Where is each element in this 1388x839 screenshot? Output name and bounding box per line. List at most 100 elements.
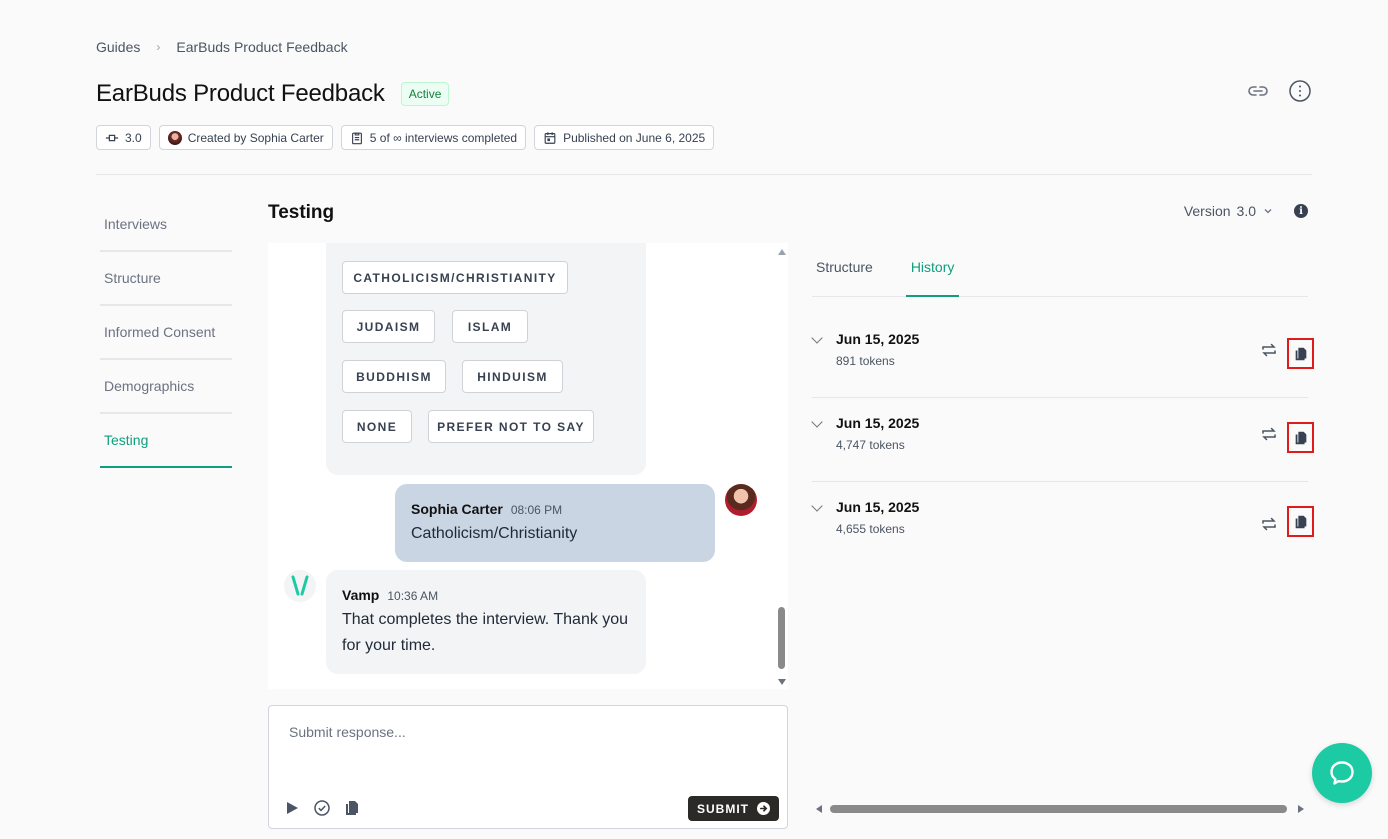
history-tokens: 891 tokens <box>836 354 895 368</box>
avatar <box>167 130 182 145</box>
breadcrumb-current: EarBuds Product Feedback <box>176 39 348 55</box>
option-button[interactable]: NONE <box>342 410 412 443</box>
clipboard-icon <box>351 132 362 144</box>
avatar <box>725 484 757 516</box>
swap-icon[interactable] <box>1260 341 1278 359</box>
copy-button[interactable] <box>1287 506 1314 537</box>
option-button[interactable]: JUDAISM <box>342 310 435 343</box>
page-header: EarBuds Product Feedback Active <box>96 80 450 108</box>
version-selector[interactable]: Version 3.0 i <box>1184 203 1308 219</box>
history-date: Jun 15, 2025 <box>836 331 920 347</box>
chevron-down-icon[interactable] <box>811 500 823 512</box>
history-scrollbar[interactable] <box>812 802 1308 816</box>
version-chip: 3.0 <box>96 125 151 150</box>
page-title: EarBuds Product Feedback <box>96 80 385 107</box>
meta-row: 3.0 Created by Sophia Carter 5 of ∞ inte… <box>96 125 715 150</box>
copy-button[interactable] <box>1287 422 1314 453</box>
chat-bubble-icon <box>1330 761 1354 785</box>
history-row[interactable]: Jun 15, 2025 4,655 tokens <box>811 482 1314 567</box>
copy-icon[interactable] <box>343 799 361 817</box>
header-actions <box>1246 79 1312 103</box>
option-button[interactable]: HINDUISM <box>462 360 563 393</box>
history-date: Jun 15, 2025 <box>836 415 920 431</box>
response-input[interactable]: Submit response... <box>289 724 406 740</box>
side-nav: Interviews Structure Informed Consent De… <box>100 198 232 468</box>
message-time: 10:36 AM <box>387 589 439 603</box>
chevron-down-icon[interactable] <box>811 332 823 344</box>
link-icon <box>1248 86 1268 96</box>
message-author: Sophia Carter <box>411 501 503 517</box>
swap-icon[interactable] <box>1260 425 1278 443</box>
message-time: 08:06 PM <box>510 503 563 517</box>
interviews-chip: 5 of ∞ interviews completed <box>340 125 527 150</box>
scroll-right-icon[interactable] <box>1298 805 1304 813</box>
copy-icon <box>1295 347 1306 360</box>
chevron-down-icon <box>1264 209 1272 214</box>
calendar-icon <box>544 131 556 144</box>
copy-button[interactable] <box>1287 338 1314 369</box>
right-panel-tabs: Structure History <box>812 249 1308 297</box>
user-message: Sophia Carter 08:06 PM Catholicism/Chris… <box>395 484 715 562</box>
history-row[interactable]: Jun 15, 2025 891 tokens <box>811 313 1314 398</box>
check-circle-icon[interactable] <box>313 799 331 817</box>
chevron-right-icon: › <box>156 40 161 54</box>
response-composer[interactable]: Submit response... SUBMIT <box>268 705 788 829</box>
version-label: Version <box>1183 203 1231 219</box>
history-tokens: 4,747 tokens <box>836 438 905 452</box>
copy-icon <box>1295 431 1306 444</box>
sidebar-item-testing[interactable]: Testing <box>100 414 232 468</box>
version-value: 3.0 <box>1236 203 1256 219</box>
message-text: Catholicism/Christianity <box>411 525 578 542</box>
breadcrumb-guides-link[interactable]: Guides <box>96 39 140 55</box>
chat-scrollbar[interactable] <box>770 243 788 689</box>
scroll-down-icon[interactable] <box>778 679 786 685</box>
history-row[interactable]: Jun 15, 2025 4,747 tokens <box>811 397 1314 482</box>
version-chip-label: 3.0 <box>125 130 142 145</box>
section-title: Testing <box>268 202 335 223</box>
scroll-left-icon[interactable] <box>816 805 822 813</box>
history-date: Jun 15, 2025 <box>836 499 920 515</box>
history-tokens: 4,655 tokens <box>836 522 905 536</box>
creator-chip: Created by Sophia Carter <box>158 125 333 150</box>
submit-button[interactable]: SUBMIT <box>688 796 779 821</box>
tab-history[interactable]: History <box>905 249 960 297</box>
copy-link-button[interactable] <box>1246 79 1270 103</box>
option-button[interactable]: CATHOLICISM/CHRISTIANITY <box>342 261 568 294</box>
option-button[interactable]: ISLAM <box>452 310 528 343</box>
published-label: Published on June 6, 2025 <box>563 130 706 145</box>
interviews-label: 5 of ∞ interviews completed <box>369 130 518 145</box>
copy-icon <box>1295 515 1306 528</box>
help-chat-button[interactable] <box>1312 743 1372 803</box>
published-chip: Published on June 6, 2025 <box>534 125 715 150</box>
sidebar-item-structure[interactable]: Structure <box>100 252 232 306</box>
sidebar-item-demographics[interactable]: Demographics <box>100 360 232 414</box>
info-icon[interactable]: i <box>1294 204 1308 218</box>
header-divider <box>96 174 1312 175</box>
sidebar-item-interviews[interactable]: Interviews <box>100 198 232 252</box>
chevron-down-icon[interactable] <box>811 416 823 428</box>
scroll-thumb[interactable] <box>778 607 785 669</box>
more-vertical-icon <box>1289 80 1311 102</box>
options-bubble: CATHOLICISM/CHRISTIANITY JUDAISM ISLAM B… <box>326 243 646 475</box>
tab-structure[interactable]: Structure <box>812 249 877 296</box>
option-button[interactable]: BUDDHISM <box>342 360 446 393</box>
submit-label: SUBMIT <box>697 801 749 816</box>
message-text: That completes the interview. Thank you … <box>342 611 629 654</box>
scroll-thumb[interactable] <box>830 805 1287 813</box>
arrow-right-icon <box>757 802 770 815</box>
option-button[interactable]: PREFER NOT TO SAY <box>428 410 594 443</box>
sidebar-item-informed-consent[interactable]: Informed Consent <box>100 306 232 360</box>
breadcrumb: Guides › EarBuds Product Feedback <box>96 39 348 55</box>
composer-tools <box>283 799 361 817</box>
more-options-button[interactable] <box>1288 79 1312 103</box>
chat-panel: CATHOLICISM/CHRISTIANITY JUDAISM ISLAM B… <box>268 243 788 689</box>
play-icon[interactable] <box>283 799 301 817</box>
message-author: Vamp <box>342 587 380 603</box>
bot-message: Vamp 10:36 AM That completes the intervi… <box>326 570 646 674</box>
commit-icon <box>105 134 119 141</box>
status-badge: Active <box>400 82 450 106</box>
swap-icon[interactable] <box>1260 515 1278 533</box>
scroll-up-icon[interactable] <box>778 249 786 255</box>
creator-label: Created by Sophia Carter <box>187 130 324 145</box>
vamp-logo-icon <box>284 570 316 602</box>
